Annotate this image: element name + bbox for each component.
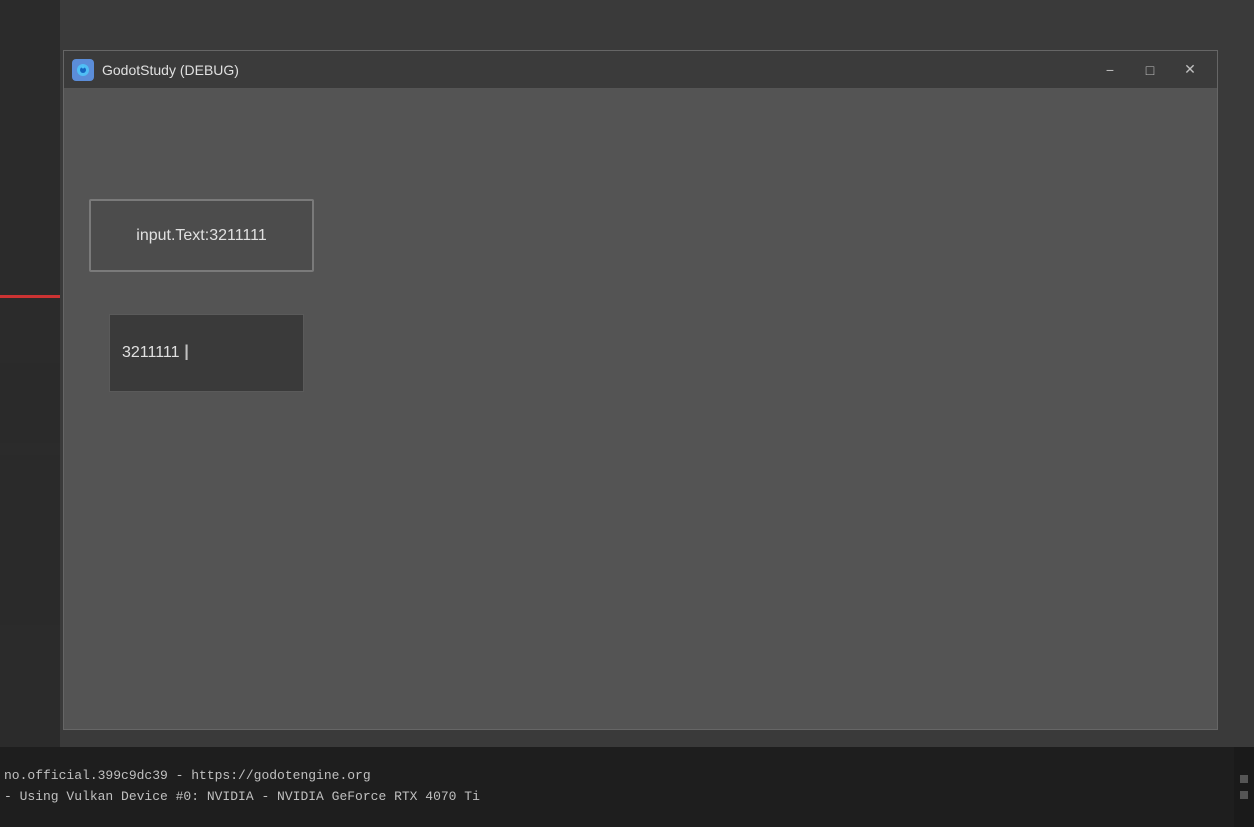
sidebar-item-3 [0,510,60,625]
main-window: GodotStudy (DEBUG) − □ ✕ input.Text:3211… [63,50,1218,730]
status-bar: no.official.399c9dc39 - https://godoteng… [0,747,1254,827]
maximize-button[interactable]: □ [1131,56,1169,84]
status-line-2: - Using Vulkan Device #0: NVIDIA - NVIDI… [4,787,1254,808]
button-label: input.Text:3211111 [136,227,266,245]
close-button[interactable]: ✕ [1171,56,1209,84]
text-input-field[interactable]: 3211111 I [109,314,304,392]
text-cursor: I [184,342,186,364]
corner-dot-2 [1240,791,1248,799]
input-text-button[interactable]: input.Text:3211111 [89,199,314,272]
input-value: 3211111 [122,344,180,362]
right-corner [1234,747,1254,827]
titlebar-controls: − □ ✕ [1091,56,1209,84]
red-accent-line [0,295,60,298]
sidebar-item-1 [0,363,60,443]
left-sidebar [0,0,60,827]
window-content: input.Text:3211111 3211111 I [64,89,1217,729]
corner-dot-1 [1240,775,1248,783]
titlebar: GodotStudy (DEBUG) − □ ✕ [64,51,1217,89]
minimize-button[interactable]: − [1091,56,1129,84]
status-line-1: no.official.399c9dc39 - https://godoteng… [4,766,1254,787]
app-icon [72,59,94,81]
window-title: GodotStudy (DEBUG) [102,62,1083,78]
